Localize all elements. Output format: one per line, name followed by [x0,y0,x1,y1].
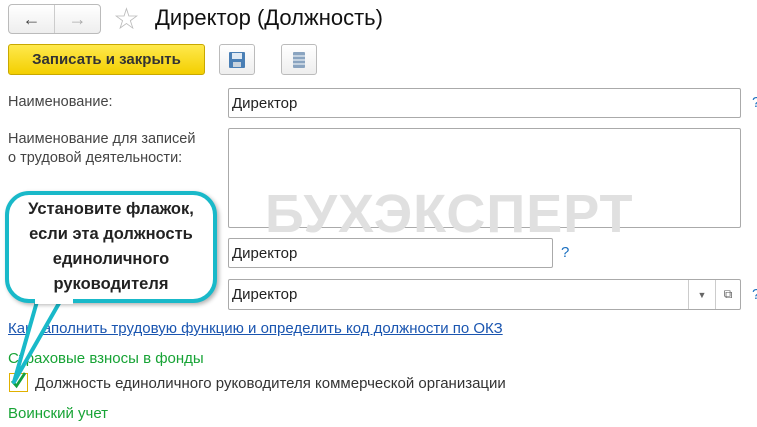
callout-tail-join [35,294,73,304]
label-line: Наименование для записей [8,131,196,147]
sole-head-label: Должность единоличного руководителя комм… [35,375,506,392]
help-icon[interactable]: ? [752,94,757,111]
callout-tooltip: Установите флажок, если эта должность един… [5,191,217,303]
callout-line: Установите флажок, [28,200,194,218]
favorite-star-icon[interactable]: ☆ [113,2,140,37]
callout-line: руководителя [53,275,169,293]
save-and-close-button[interactable]: Записать и закрыть [8,44,205,75]
list-button[interactable] [281,44,317,75]
name-input[interactable]: Директор [228,88,741,118]
list-icon [293,51,305,68]
help-icon[interactable]: ? [561,244,569,261]
label-line: о трудовой деятельности: [8,150,183,166]
labor-name-label: Наименование для записей о трудовой деяте… [8,130,195,168]
callout-tail [12,296,64,384]
open-icon[interactable]: ⧉ [715,280,740,309]
position-select[interactable]: Директор ▼ ⧉ [228,279,741,310]
help-icon[interactable]: ? [752,286,757,303]
short-name-input[interactable]: Директор [228,238,553,268]
callout-line: если эта должность [29,225,193,243]
select-value: Директор [232,286,298,303]
dropdown-arrow-icon[interactable]: ▼ [688,280,715,309]
save-button[interactable] [219,44,255,75]
name-label: Наименование: [8,94,113,110]
labor-name-textarea[interactable] [228,128,741,228]
forward-button[interactable]: → [55,5,100,33]
back-button[interactable]: ← [9,5,55,33]
callout-line: единоличного [52,250,170,268]
okz-help-link[interactable]: Как заполнить трудовую функцию и определ… [8,320,503,337]
page-title: Директор (Должность) [155,5,383,30]
military-section-heading: Воинский учет [8,405,109,422]
nav-buttons: ← → [8,4,101,34]
floppy-disk-icon [229,51,245,68]
